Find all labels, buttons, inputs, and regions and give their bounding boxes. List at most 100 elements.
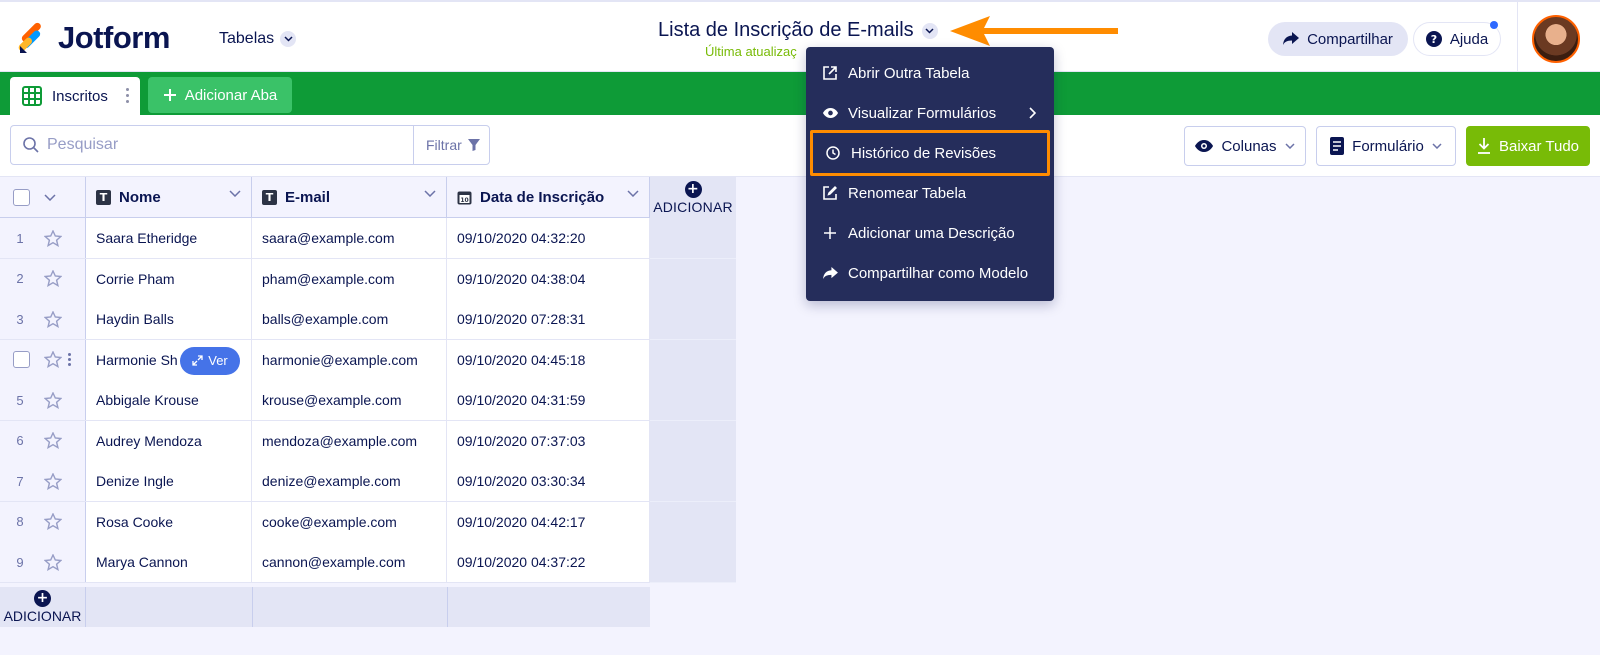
star-icon[interactable] [44,270,62,287]
search-input[interactable] [47,136,387,154]
cell-nome[interactable]: Rosa Cooke [86,501,252,542]
tab-inscritos[interactable]: Inscritos [10,77,140,115]
filter-button[interactable]: Filtrar [414,137,480,153]
star-icon[interactable] [44,351,62,368]
cell-email[interactable]: harmonie@example.com [252,339,447,380]
cell-email[interactable]: mendoza@example.com [252,420,447,461]
cell-email[interactable]: pham@example.com [252,258,447,299]
jotform-logo[interactable]: Jotform [18,20,170,56]
cell-email[interactable]: cannon@example.com [252,542,447,582]
menu-item-add-description[interactable]: Adicionar uma Descrição [806,213,1054,253]
menu-item-rename-table[interactable]: Renomear Tabela [806,173,1054,213]
cell-email[interactable]: denize@example.com [252,461,447,501]
empty-add-column-cell [650,258,736,300]
cell-text: Audrey Mendoza [96,432,202,449]
calendar-icon: 10 [457,191,472,204]
table-row[interactable]: 6 Audrey Mendoza mendoza@example.com 09/10/… [0,420,650,462]
cell-text: krouse@example.com [262,392,402,408]
star-icon[interactable] [44,513,62,530]
menu-item-revision-history[interactable]: Histórico de Revisões [810,130,1050,176]
row-selector: 3 [0,299,86,339]
cell-data[interactable]: 09/10/2020 04:45:18 [447,339,650,380]
cell-email[interactable]: balls@example.com [252,299,447,339]
column-header-email[interactable]: T E-mail [252,177,447,218]
row-selector [0,339,86,380]
table-row[interactable]: Harmonie Sh harmonie@example.com 09/10/202… [0,339,650,381]
star-icon[interactable] [44,553,62,571]
row-options-icon[interactable] [68,353,71,366]
cell-data[interactable]: 09/10/2020 03:30:34 [447,461,650,501]
cell-data[interactable]: 09/10/2020 04:31:59 [447,380,650,420]
row-number: 3 [16,311,24,327]
cell-data[interactable]: 09/10/2020 04:32:20 [447,218,650,258]
cell-email[interactable]: saara@example.com [252,218,447,258]
help-button[interactable]: ? Ajuda [1413,21,1501,56]
cell-text: 09/10/2020 04:38:04 [457,270,586,287]
table-row[interactable]: 9 Marya Cannon cannon@example.com 09/10/202… [0,542,650,583]
table-row[interactable]: 2 Corrie Pham pham@example.com 09/10/2020 0… [0,258,650,300]
menu-item-open-other-table[interactable]: Abrir Outra Tabela [806,53,1054,93]
form-button[interactable]: Formulário [1316,126,1456,166]
star-icon[interactable] [44,310,62,328]
cell-data[interactable]: 09/10/2020 07:28:31 [447,299,650,339]
row-selector: 2 [0,258,86,299]
cell-data[interactable]: 09/10/2020 04:38:04 [447,258,650,299]
tab-bar: Inscritos Adicionar Aba [0,72,1600,115]
star-icon[interactable] [44,391,62,409]
chevron-down-icon[interactable] [229,190,241,197]
cell-email[interactable]: krouse@example.com [252,380,447,420]
table-row[interactable]: 7 Denize Ingle denize@example.com 09/10/202… [0,461,650,502]
cell-nome[interactable]: Audrey Mendoza [86,420,252,461]
user-avatar[interactable] [1532,15,1580,63]
help-icon: ? [1425,31,1442,47]
orange-arrow-annotation [950,16,1118,46]
cell-text: 09/10/2020 07:37:03 [457,432,586,449]
add-column-button[interactable]: + ADICIONAR [650,177,736,218]
cell-text: cooke@example.com [262,513,397,530]
view-row-button[interactable]: Ver [180,346,240,375]
table-title[interactable]: Lista de Inscrição de E-mails [658,19,938,42]
download-all-button[interactable]: Baixar Tudo [1466,126,1590,166]
column-header-data[interactable]: 10 Data de Inscrição [447,177,650,218]
tables-switch[interactable]: Tabelas [219,30,297,48]
column-label: E-mail [285,188,331,206]
title-chevron-down-icon[interactable] [921,22,938,39]
chevron-down-icon[interactable] [627,190,639,197]
tab-options-icon[interactable] [126,88,130,103]
cell-text: Rosa Cooke [96,513,174,530]
row-checkbox[interactable] [13,351,30,368]
chevron-down-icon [1284,143,1295,149]
cell-nome[interactable]: Corrie Pham [86,258,252,299]
cell-data[interactable]: 09/10/2020 04:37:22 [447,542,650,582]
share-button[interactable]: Compartilhar [1268,22,1408,56]
row-number: 1 [16,230,24,246]
cell-email[interactable]: cooke@example.com [252,501,447,542]
cell-nome[interactable]: Saara Etheridge [86,218,252,258]
menu-item-view-forms[interactable]: Visualizar Formulários [806,93,1054,133]
table-row[interactable]: 3 Haydin Balls balls@example.com 09/10/2020… [0,299,650,340]
star-icon[interactable] [44,432,62,449]
cell-nome[interactable]: Haydin Balls [86,299,252,339]
table-row[interactable]: 5 Abbigale Krouse krouse@example.com 09/10/… [0,380,650,421]
add-row-button[interactable]: + ADICIONAR [0,587,86,627]
cell-data[interactable]: 09/10/2020 07:37:03 [447,420,650,461]
cell-text: harmonie@example.com [262,351,418,368]
add-tab-button[interactable]: Adicionar Aba [148,77,292,113]
select-all-checkbox[interactable] [13,188,30,206]
row-number: 7 [16,473,24,489]
chevron-down-icon[interactable] [424,190,436,197]
cell-nome[interactable]: Marya Cannon [86,542,252,582]
cell-nome[interactable]: Denize Ingle [86,461,252,501]
menu-item-share-as-template[interactable]: Compartilhar como Modelo [806,253,1054,293]
add-tab-label: Adicionar Aba [184,86,278,104]
row-selector: 5 [0,380,86,420]
column-header-nome[interactable]: T Nome [86,177,252,218]
table-row[interactable]: 8 Rosa Cooke cooke@example.com 09/10/2020 0… [0,501,650,543]
cell-data[interactable]: 09/10/2020 04:42:17 [447,501,650,542]
columns-button[interactable]: Colunas [1184,126,1306,166]
chevron-down-icon[interactable] [44,193,56,201]
star-icon[interactable] [44,229,62,247]
cell-nome[interactable]: Abbigale Krouse [86,380,252,420]
star-icon[interactable] [44,472,62,490]
table-row[interactable]: 1 Saara Etheridge saara@example.com 09/10/2… [0,218,650,259]
